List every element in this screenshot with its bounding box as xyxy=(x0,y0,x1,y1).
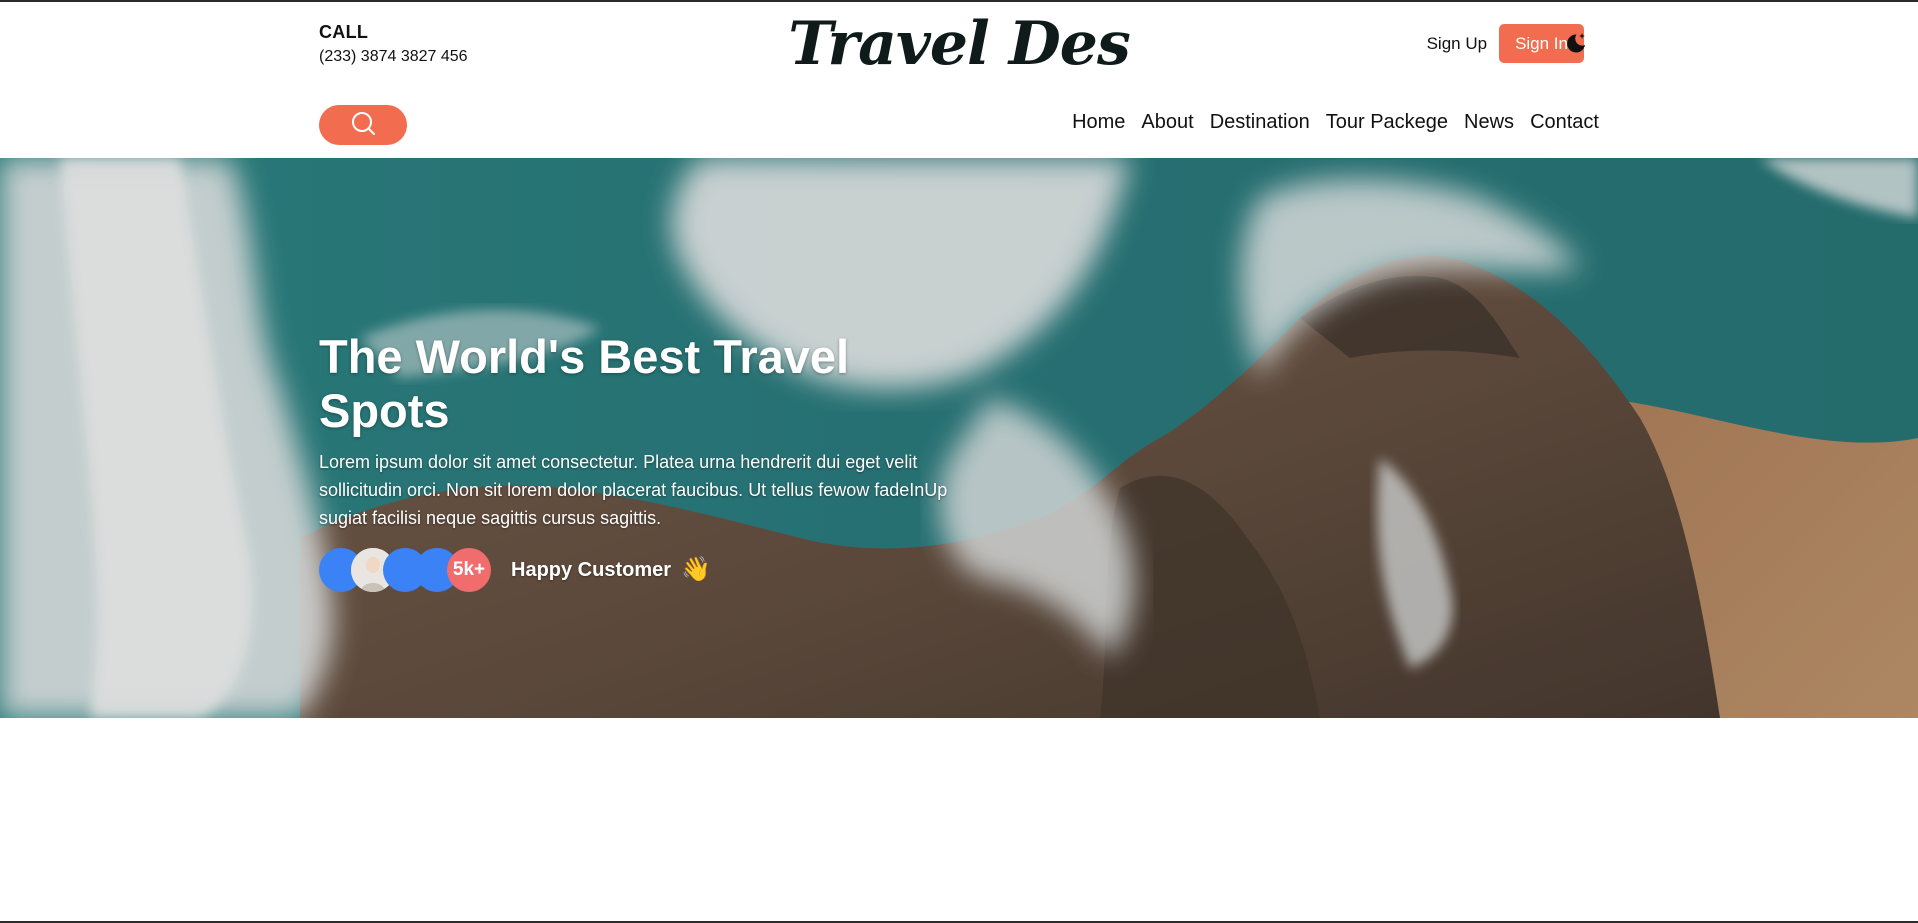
happy-customer-label: Happy Customer xyxy=(511,558,672,581)
nav-destination[interactable]: Destination xyxy=(1210,108,1310,136)
nav-news[interactable]: News xyxy=(1464,108,1514,136)
avatar-stack: 5k+ xyxy=(319,548,491,592)
nav-home[interactable]: Home xyxy=(1072,108,1125,136)
auth-controls: Sign Up Sign In xyxy=(1427,24,1584,63)
hero-description: Lorem ipsum dolor sit amet consectetur. … xyxy=(319,452,948,528)
nav-about[interactable]: About xyxy=(1141,108,1193,136)
call-label: CALL xyxy=(319,22,369,42)
search-button[interactable] xyxy=(319,105,407,145)
customer-count-badge: 5k+ xyxy=(447,548,491,592)
contact-info: CALL (233) 3874 3827 456 xyxy=(319,21,468,67)
happy-customers: 5k+ Happy Customer 👋 xyxy=(319,548,979,592)
top-border xyxy=(0,0,1918,2)
site-logo-wrapper: Travel Des xyxy=(0,4,1918,84)
moon-sparkle-icon[interactable] xyxy=(1563,30,1589,56)
nav-tour-package[interactable]: Tour Packege xyxy=(1326,108,1448,136)
hero-section: The World's Best Travel Spots Lorem ipsu… xyxy=(0,158,1918,718)
main-nav: Home About Destination Tour Packege News… xyxy=(1056,108,1599,136)
phone-number[interactable]: (233) 3874 3827 456 xyxy=(319,47,468,67)
sign-up-link[interactable]: Sign Up xyxy=(1427,34,1487,54)
site-logo[interactable]: Travel Des xyxy=(788,9,1130,79)
hero-content: The World's Best Travel Spots Lorem ipsu… xyxy=(319,330,979,592)
nav-contact[interactable]: Contact xyxy=(1530,108,1599,136)
hero-title: The World's Best Travel Spots xyxy=(319,330,850,437)
search-icon xyxy=(349,110,377,141)
waving-hand-icon: 👋 xyxy=(681,556,711,583)
